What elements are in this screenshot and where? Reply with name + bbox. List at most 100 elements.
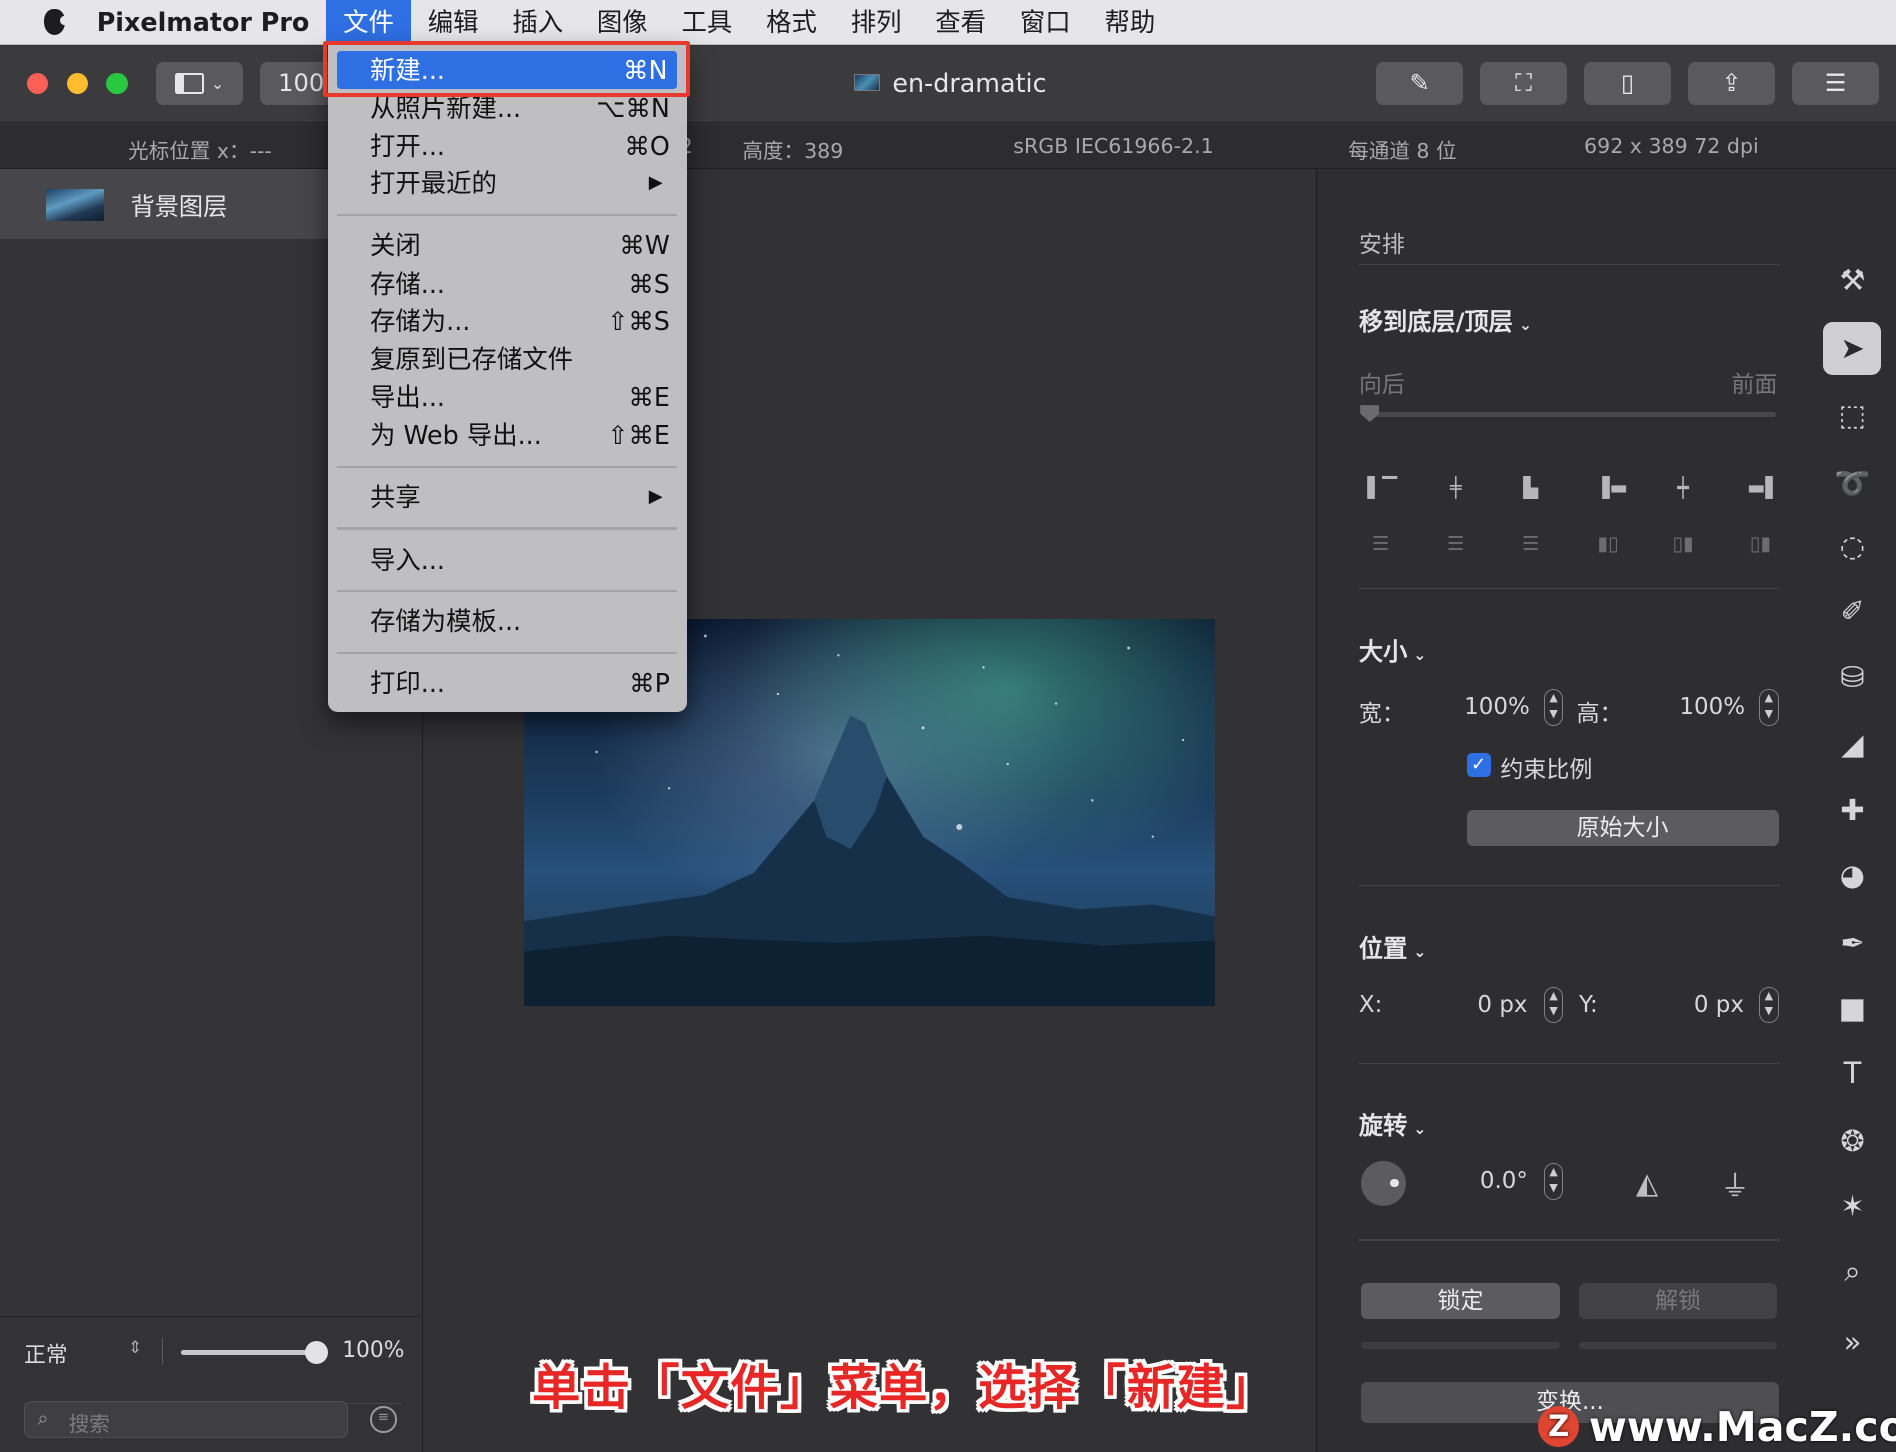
menu-window[interactable]: 窗口	[1003, 0, 1088, 44]
arrange-tool-icon[interactable]: ⚒	[1823, 254, 1881, 307]
menu-item-share[interactable]: 共享 ▶	[328, 478, 687, 517]
brush-icon[interactable]: ✐	[1823, 585, 1881, 638]
distribute-bottom-icon[interactable]: ☰	[1517, 532, 1544, 555]
pen-icon[interactable]: ✒	[1823, 917, 1881, 970]
flip-horizontal-icon[interactable]: ◭	[1636, 1166, 1658, 1200]
opacity-slider-knob[interactable]	[304, 1340, 328, 1364]
file-menu-dropdown: 新建... ⌘N 从照片新建... ⌥⌘N 打开... ⌘O 打开最近的 ▶ 关闭 ⌘W …	[327, 44, 687, 713]
move-section-heading[interactable]: 移到底层/顶层 ⌄	[1359, 302, 1532, 337]
width-stepper[interactable]: ▲ ▼	[1543, 689, 1564, 726]
document-button[interactable]: ▯	[1584, 61, 1672, 106]
sliders-icon: ☰	[1824, 69, 1847, 98]
height-field[interactable]: 100%	[1679, 694, 1745, 720]
layer-search-input[interactable]: ⌕ 搜索	[24, 1401, 349, 1438]
align-left-icon[interactable]: ▐▬	[1595, 476, 1628, 499]
menu-file[interactable]: 文件	[326, 0, 411, 45]
order-slider[interactable]	[1360, 405, 1777, 422]
bandage-icon: ✎	[1409, 69, 1430, 98]
x-label: X:	[1358, 991, 1383, 1018]
blend-mode-select[interactable]: 正常	[24, 1338, 68, 1369]
opacity-slider[interactable]	[181, 1340, 328, 1364]
close-window-button[interactable]	[26, 72, 49, 95]
menu-arrange[interactable]: 排列	[834, 0, 919, 44]
menu-tools[interactable]: 工具	[665, 0, 750, 44]
text-icon[interactable]: T	[1823, 1047, 1881, 1100]
color-adjust-icon[interactable]: ❂	[1823, 1115, 1881, 1168]
width-field[interactable]: 100%	[1464, 694, 1530, 720]
rectangle-select-icon[interactable]: ⬚	[1823, 389, 1881, 442]
shape-icon[interactable]: ■	[1823, 982, 1881, 1035]
x-stepper[interactable]: ▲ ▼	[1543, 986, 1564, 1023]
align-right-icon[interactable]: ▬▌	[1747, 476, 1780, 499]
menu-view[interactable]: 查看	[918, 0, 1003, 44]
paint-bucket-icon[interactable]: ⛁	[1823, 651, 1881, 704]
apple-icon[interactable]	[43, 8, 69, 36]
filter-icon[interactable]: ≡	[370, 1406, 397, 1433]
minimize-window-button[interactable]	[66, 72, 89, 95]
y-label: Y:	[1579, 991, 1598, 1018]
y-stepper[interactable]: ▲ ▼	[1759, 986, 1779, 1023]
magic-select-icon[interactable]: ◌	[1823, 520, 1881, 573]
flip-vertical-icon[interactable]: ⏚	[1720, 1163, 1749, 1205]
rotate-section-heading[interactable]: 旋转 ⌄	[1359, 1106, 1427, 1141]
distribute-left-icon[interactable]: ▮▯	[1595, 532, 1622, 555]
rotation-stepper[interactable]: ▲ ▼	[1543, 1163, 1564, 1200]
menu-insert[interactable]: 插入	[495, 0, 580, 44]
original-size-button[interactable]: 原始大小	[1466, 810, 1779, 847]
menu-item-save[interactable]: 存储... ⌘S	[328, 265, 687, 304]
pointer-icon[interactable]: ➤	[1823, 321, 1882, 375]
distribute-top-icon[interactable]: ☰	[1367, 532, 1394, 555]
effects-icon[interactable]: ✶	[1823, 1180, 1881, 1233]
distribute-right-icon[interactable]: ▯▮	[1747, 532, 1774, 555]
menu-item-export[interactable]: 导出... ⌘E	[328, 378, 687, 417]
repair-tool-button[interactable]: ✎	[1376, 61, 1464, 106]
lasso-icon[interactable]: ➰	[1823, 457, 1881, 510]
unlock-button[interactable]: 解锁	[1579, 1282, 1778, 1320]
align-middle-icon[interactable]: ╪	[1442, 476, 1469, 499]
constrain-checkbox[interactable]: ✓	[1466, 753, 1491, 778]
menu-item-close[interactable]: 关闭 ⌘W	[328, 226, 687, 265]
adjustments-button[interactable]: ☰	[1792, 61, 1880, 106]
menu-format[interactable]: 格式	[749, 0, 834, 44]
app-menu[interactable]: Pixelmator Pro	[97, 7, 310, 37]
menu-item-revert[interactable]: 复原到已存储文件	[328, 340, 687, 379]
size-section-heading[interactable]: 大小 ⌄	[1359, 632, 1427, 667]
zoom-window-button[interactable]	[106, 72, 129, 95]
height-stepper[interactable]: ▲ ▼	[1759, 689, 1779, 726]
align-top-icon[interactable]: ▌▔	[1367, 476, 1397, 499]
watermark-text: www.MacZ.com	[1588, 1402, 1896, 1451]
updown-chevron-icon: ⇕	[128, 1337, 143, 1358]
zoom-icon[interactable]: ⌕	[1823, 1245, 1881, 1298]
position-section-heading[interactable]: 位置 ⌄	[1359, 929, 1427, 964]
menu-help[interactable]: 帮助	[1088, 0, 1173, 44]
eraser-icon[interactable]: ◢	[1823, 718, 1881, 771]
y-field[interactable]: 0 px	[1694, 992, 1744, 1018]
x-field[interactable]: 0 px	[1477, 992, 1527, 1018]
menu-item-import[interactable]: 导入...	[328, 541, 687, 580]
distribute-center-icon[interactable]: ▯▮	[1670, 532, 1697, 555]
align-center-icon[interactable]: ┿	[1670, 476, 1697, 499]
more-tools-icon[interactable]: »	[1823, 1316, 1881, 1369]
retouch-icon[interactable]: ◕	[1823, 849, 1881, 902]
menu-item-open[interactable]: 打开... ⌘O	[328, 127, 687, 166]
rotation-dial[interactable]	[1361, 1160, 1407, 1206]
menu-item-open-recent[interactable]: 打开最近的 ▶	[328, 164, 687, 203]
lock-button[interactable]: 锁定	[1361, 1282, 1560, 1320]
rotation-field[interactable]: 0.0°	[1480, 1168, 1528, 1194]
distribute-middle-icon[interactable]: ☰	[1442, 532, 1469, 555]
menu-item-save-as[interactable]: 存储为... ⇧⌘S	[328, 302, 687, 341]
menu-image[interactable]: 图像	[580, 0, 665, 44]
divider	[1358, 885, 1780, 887]
menu-item-export-web[interactable]: 为 Web 导出... ⇧⌘E	[328, 416, 687, 455]
align-bottom-icon[interactable]: ▙	[1517, 476, 1544, 499]
sidebar-toggle-button[interactable]: ⌄	[155, 61, 244, 106]
order-slider-knob[interactable]	[1360, 405, 1380, 422]
menu-item-print[interactable]: 打印... ⌘P	[328, 664, 687, 703]
menu-item-label: 存储...	[370, 268, 445, 299]
share-button[interactable]: ⇪	[1688, 61, 1776, 106]
repair-icon[interactable]: ✚	[1823, 784, 1881, 837]
crop-button[interactable]: ⛶	[1480, 61, 1568, 106]
menu-item-save-template[interactable]: 存储为模板...	[328, 602, 687, 641]
menu-edit[interactable]: 编辑	[411, 0, 496, 44]
zoom-level-field[interactable]: 100	[259, 61, 333, 106]
